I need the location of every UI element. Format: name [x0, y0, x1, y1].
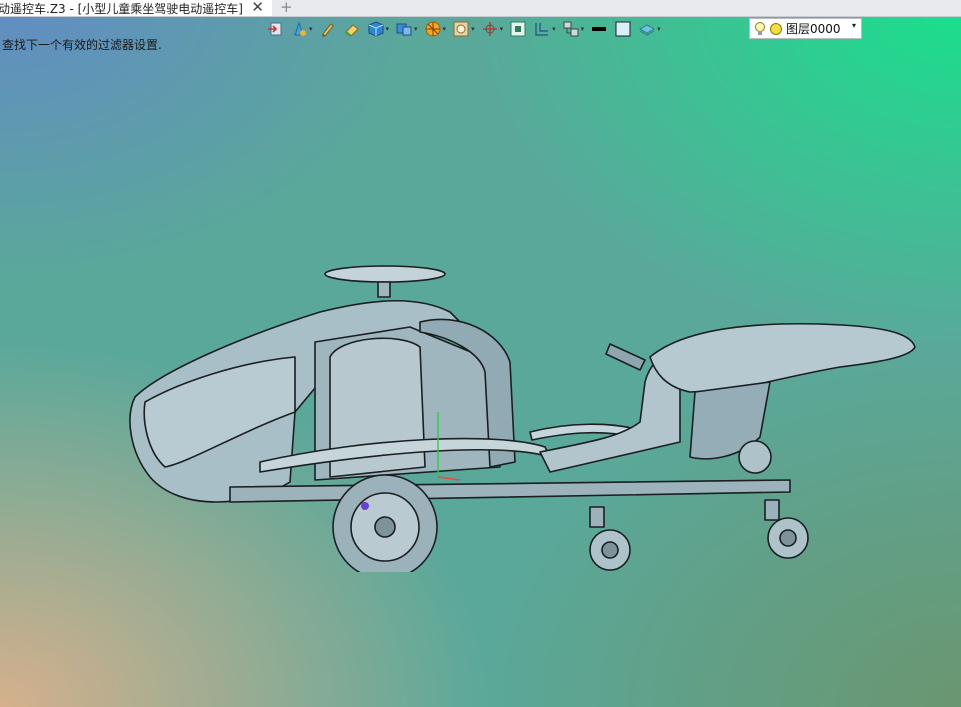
color-swatch-button[interactable] [614, 18, 632, 40]
pencil-icon [321, 23, 334, 37]
layer-select-value: 图层0000 [786, 22, 841, 36]
layout-icon [563, 21, 579, 37]
chevron-down-icon[interactable]: ▾ [852, 21, 856, 30]
dropdown-arrow-icon[interactable]: ▾ [309, 25, 313, 33]
fit-view-button[interactable] [509, 18, 527, 40]
color-swatch-icon [615, 21, 631, 37]
sketch-button[interactable] [319, 18, 337, 40]
view-toolbar: ▾ ▾ ▾ ▾ ▾ ▾ ▾ ▾ ▾ [266, 18, 667, 40]
pick-filter-icon [294, 21, 306, 36]
dropdown-arrow-icon[interactable]: ▾ [386, 25, 390, 33]
cad-model-viewport[interactable] [120, 262, 920, 572]
layer-select[interactable]: 图层0000 ▾ [749, 18, 862, 39]
front-caster-left [589, 506, 631, 571]
line-weight-button[interactable] [590, 18, 608, 40]
layer-manager-button[interactable]: ▾ [638, 18, 661, 40]
front-caster-right [764, 499, 809, 559]
eraser-icon [344, 24, 359, 37]
view-cube-button[interactable]: ▾ [367, 18, 390, 40]
dropdown-arrow-icon[interactable]: ▾ [581, 25, 585, 33]
eraser-button[interactable] [343, 18, 361, 40]
fit-view-icon [510, 21, 526, 37]
lightbulb-icon [755, 21, 765, 35]
document-tab[interactable]: 电动遥控车.Z3 - [小型儿童乘坐驾驶电动遥控车] ✕ [0, 0, 272, 16]
import-icon [268, 22, 282, 36]
new-tab-icon[interactable]: + [280, 0, 293, 16]
steering-wheel [324, 265, 446, 283]
dropdown-arrow-icon[interactable]: ▾ [414, 25, 418, 33]
handlebar-grip [605, 343, 646, 371]
document-tab-title: 电动遥控车.Z3 - [小型儿童乘坐驾驶电动遥控车] [0, 1, 243, 16]
line-weight-icon [592, 27, 607, 31]
document-tab-bar: 电动遥控车.Z3 - [小型儿童乘坐驾驶电动遥控车] ✕ + [0, 0, 961, 17]
render-mode-button[interactable]: ▾ [424, 18, 447, 40]
dropdown-arrow-icon[interactable]: ▾ [443, 25, 447, 33]
status-message: 查找下一个有效的过滤器设置. [2, 38, 162, 52]
dropdown-arrow-icon[interactable]: ▾ [657, 25, 661, 33]
section-icon [535, 23, 549, 36]
dropdown-arrow-icon[interactable]: ▾ [552, 25, 556, 33]
axis-button[interactable]: ▾ [481, 18, 504, 40]
cube-display-icon [396, 23, 412, 36]
zoom-button[interactable]: ▾ [452, 18, 475, 40]
layout-button[interactable]: ▾ [562, 18, 585, 40]
dropdown-arrow-icon[interactable]: ▾ [471, 25, 475, 33]
layer-icon [639, 24, 656, 36]
chassis-frame [229, 479, 791, 503]
dropdown-arrow-icon[interactable]: ▾ [500, 25, 504, 33]
import-button[interactable] [266, 18, 284, 40]
front-hood [649, 322, 916, 393]
layer-status-dot-icon [770, 22, 782, 35]
display-cube-button[interactable]: ▾ [395, 18, 418, 40]
axis-icon [482, 22, 497, 36]
section-button[interactable]: ▾ [533, 18, 556, 40]
pick-filter-button[interactable]: ▾ [290, 18, 313, 40]
zoom-icon [453, 21, 469, 37]
cube-view-icon [368, 21, 384, 37]
close-tab-icon[interactable]: ✕ [251, 0, 264, 16]
render-mode-icon [425, 21, 441, 37]
